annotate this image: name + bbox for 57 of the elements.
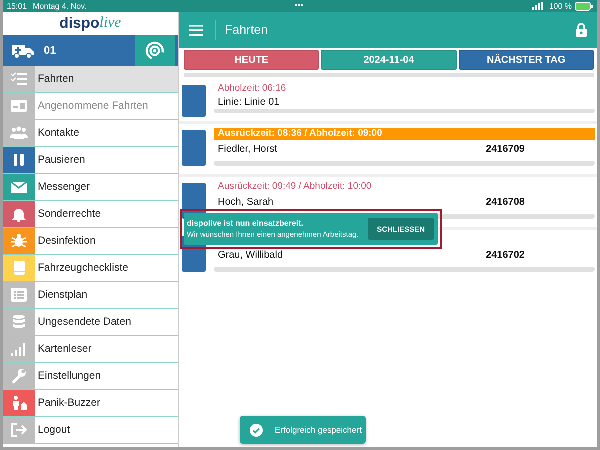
trip-card[interactable]: Ausrückzeit: 08:36 / Abholzeit: 09:00 Fiedler, Horst 2416709 (179, 124, 597, 174)
menu-icon (10, 314, 28, 330)
toast-message: Erfolgreich gespeichert (275, 425, 362, 435)
status-date: Montag 4. Nov. (33, 2, 87, 10)
trip-number: 2416708 (486, 196, 525, 208)
signal-button[interactable] (135, 35, 175, 66)
menu-icon (10, 206, 28, 222)
trip-number: 2416702 (486, 250, 525, 260)
trip-name: Hoch, Sarah (218, 196, 274, 208)
trip-number: 2416709 (486, 144, 525, 154)
menu-icon (10, 341, 28, 357)
app-logo: dispolive (58, 14, 122, 34)
menu-item[interactable]: Kartenleser (3, 336, 178, 363)
trip-card[interactable]: Abholzeit: 06:16 Linie: Linie 01 (179, 79, 597, 121)
menu-item[interactable]: Logout (3, 417, 178, 444)
lock-icon[interactable] (576, 23, 587, 37)
battery-icon (575, 2, 593, 10)
menu-icon (10, 422, 28, 438)
menu-icon (10, 368, 28, 384)
menu-icon (10, 233, 28, 249)
trip-status-tile (182, 85, 206, 117)
trip-time: Ausrückzeit: 09:49 / Abholzeit: 10:00 (217, 181, 373, 193)
menu-icon (10, 287, 28, 303)
menu-item[interactable]: Messenger (3, 174, 178, 201)
snackbar-title: dispolive ist nun einsatzbereit. (187, 219, 304, 228)
menu-icon (10, 98, 28, 114)
vehicle-number: 01 (44, 44, 56, 56)
trip-time: Abholzeit: 06:16 (217, 83, 288, 95)
trip-name: Fiedler, Horst (218, 144, 278, 154)
menu-item[interactable]: Ungesendete Daten (3, 309, 178, 336)
menu-icon (10, 125, 28, 141)
check-icon (250, 424, 263, 436)
ambulance-icon (11, 42, 35, 58)
menu-icon (10, 179, 28, 195)
menu-item[interactable]: Einstellungen (3, 363, 178, 390)
menu-item[interactable]: Sonderrechte (3, 201, 178, 228)
battery-percent: 100 % (549, 2, 572, 10)
menu-icon (10, 71, 28, 87)
day-button[interactable]: HEUTE (184, 50, 320, 70)
menu-icon[interactable] (189, 24, 203, 36)
status-time: 15:01 (7, 2, 28, 10)
day-button[interactable]: NÄCHSTER TAG (458, 50, 594, 70)
menu-item[interactable]: Fahrzeugcheckliste (3, 255, 178, 282)
menu-item[interactable]: Dienstplan (3, 282, 178, 309)
menu-item[interactable]: Fahrten (3, 66, 178, 93)
page-title: Fahrten (225, 23, 268, 37)
trip-time: Ausrückzeit: 08:36 / Abholzeit: 09:00 (214, 128, 595, 140)
menu-item[interactable]: Pausieren (3, 147, 178, 174)
menu-icon (10, 395, 28, 411)
menu-item[interactable]: Panik-Buzzer (3, 390, 178, 417)
broadcast-icon (145, 40, 165, 60)
trip-name: Linie: Linie 01 (218, 96, 280, 108)
trip-status-tile (182, 130, 206, 166)
menu-item[interactable]: Desinfektion (3, 228, 178, 255)
menu-item[interactable]: Kontakte (3, 120, 178, 147)
multitask-dots: ••• (295, 0, 304, 11)
trip-name: Grau, Willibald (218, 250, 284, 260)
